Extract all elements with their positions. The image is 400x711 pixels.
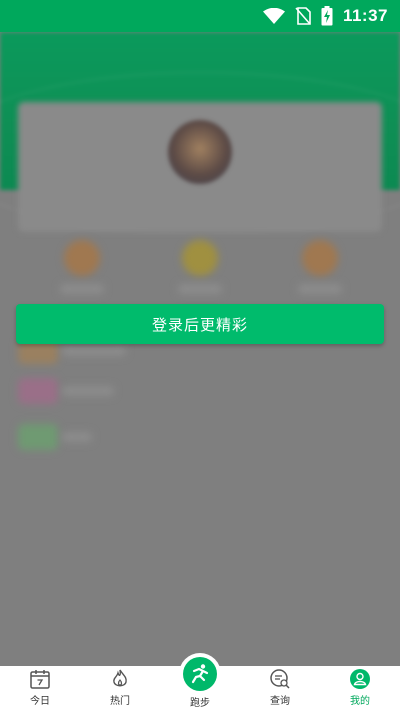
no-sim-icon — [295, 7, 311, 25]
status-bar: 11:37 — [0, 0, 400, 32]
flame-icon — [113, 669, 127, 687]
nav-label: 热门 — [110, 696, 130, 707]
nav-item-hot[interactable]: 热门 — [80, 666, 160, 711]
runner-icon — [191, 664, 209, 684]
nav-item-query[interactable]: 查询 — [240, 666, 320, 711]
nav-label: 查询 — [270, 696, 290, 707]
calendar-icon — [30, 670, 50, 689]
blurred-shortcut-icon — [182, 240, 218, 276]
nav-label: 今日 — [30, 696, 50, 707]
blurred-menu-icon — [18, 378, 58, 404]
nav-label-run: 跑步 — [190, 698, 210, 709]
run-button[interactable] — [179, 653, 221, 695]
status-time: 11:37 — [342, 6, 388, 25]
blurred-shortcut-icon — [302, 240, 338, 276]
user-icon — [350, 669, 370, 689]
nav-item-today[interactable]: 今日 — [0, 666, 80, 711]
blurred-shortcut-icon — [64, 240, 100, 276]
nav-label: 我的 — [350, 696, 370, 707]
search-list-icon — [270, 669, 290, 689]
blurred-menu-icon — [18, 424, 58, 450]
login-button[interactable]: 登录后更精彩 — [16, 304, 384, 344]
battery-charging-icon — [321, 6, 333, 26]
blurred-profile-background — [0, 32, 400, 666]
wifi-icon — [262, 8, 285, 24]
avatar — [168, 120, 232, 184]
nav-item-mine[interactable]: 我的 — [320, 666, 400, 711]
